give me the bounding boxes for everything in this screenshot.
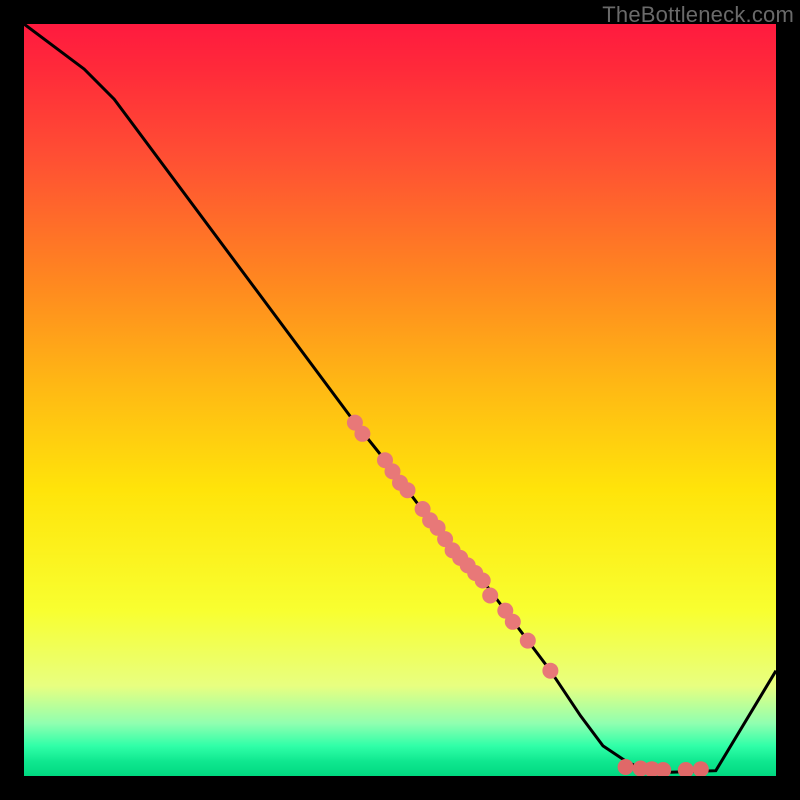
- data-point: [415, 501, 431, 517]
- data-point: [400, 482, 416, 498]
- bottleneck-curve: [24, 24, 776, 772]
- data-point: [377, 452, 393, 468]
- data-point: [497, 603, 513, 619]
- data-point: [644, 761, 660, 776]
- data-point: [452, 550, 468, 566]
- data-point: [385, 463, 401, 479]
- data-point: [655, 762, 671, 776]
- data-point: [430, 520, 446, 536]
- chart-stage: TheBottleneck.com: [0, 0, 800, 800]
- data-point: [392, 475, 408, 491]
- data-point: [347, 415, 363, 431]
- scatter-points: [347, 415, 709, 776]
- data-point: [422, 512, 438, 528]
- data-point: [475, 573, 491, 589]
- data-point: [520, 633, 536, 649]
- chart-svg: [24, 24, 776, 776]
- data-point: [678, 762, 694, 776]
- data-point: [633, 761, 649, 777]
- watermark-text: TheBottleneck.com: [602, 2, 794, 28]
- data-point: [505, 614, 521, 630]
- data-point: [445, 542, 461, 558]
- data-point: [437, 531, 453, 547]
- chart-plot-area: [24, 24, 776, 776]
- data-point: [354, 426, 370, 442]
- data-point: [460, 557, 476, 573]
- data-point: [482, 588, 498, 604]
- data-point: [693, 761, 709, 776]
- data-point: [618, 759, 634, 775]
- data-point: [542, 663, 558, 679]
- data-point: [467, 565, 483, 581]
